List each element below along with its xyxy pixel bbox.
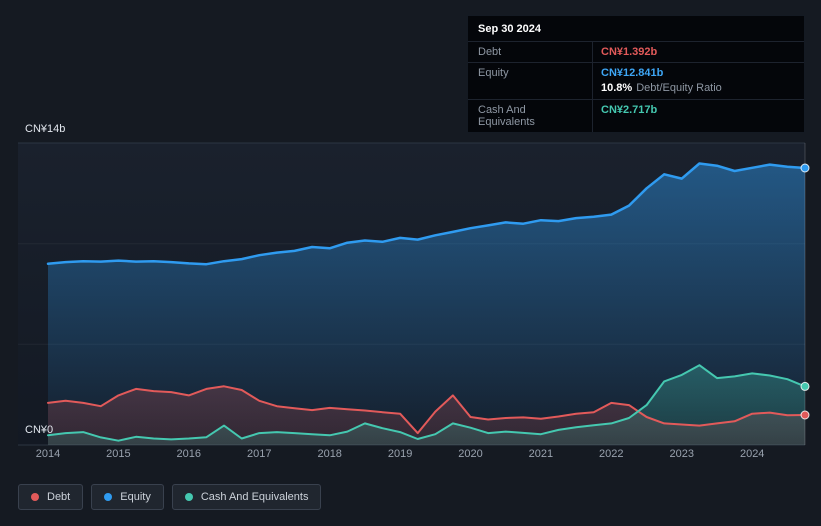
tooltip-equity-label: Equity [468, 63, 593, 99]
tooltip-debt-equity-ratio: 10.8% Debt/Equity Ratio [593, 82, 804, 99]
chart-legend: Debt Equity Cash And Equivalents [18, 484, 322, 510]
tooltip-row-equity: Equity CN¥12.841b 10.8% Debt/Equity Ratio [468, 62, 804, 99]
debt-legend-dot-icon [31, 493, 39, 501]
legend-label: Equity [120, 491, 151, 503]
tooltip-debt-value: CN¥1.392b [601, 46, 658, 58]
ratio-label: Debt/Equity Ratio [636, 82, 722, 94]
x-tick-label: 2020 [458, 448, 482, 460]
tooltip-debt-label: Debt [468, 42, 593, 62]
x-tick-label: 2022 [599, 448, 623, 460]
x-tick-label: 2023 [670, 448, 694, 460]
x-tick-label: 2017 [247, 448, 271, 460]
x-tick-label: 2015 [106, 448, 130, 460]
x-tick-label: 2016 [177, 448, 201, 460]
tooltip-cash-label: Cash And Equivalents [468, 100, 593, 132]
x-tick-label: 2024 [740, 448, 764, 460]
tooltip-row-debt: Debt CN¥1.392b [468, 41, 804, 62]
tooltip-date: Sep 30 2024 [478, 23, 541, 35]
tooltip-row-cash: Cash And Equivalents CN¥2.717b [468, 99, 804, 132]
equity-endpoint-marker[interactable] [800, 163, 810, 173]
chart-tooltip: Sep 30 2024 Debt CN¥1.392b Equity CN¥12.… [467, 15, 805, 133]
x-tick-label: 2014 [36, 448, 60, 460]
y-axis-label-max: CN¥14b [25, 123, 66, 135]
x-tick-label: 2018 [317, 448, 341, 460]
ratio-value: 10.8% [601, 82, 633, 94]
legend-item-equity[interactable]: Equity [91, 484, 164, 510]
cash-endpoint-marker[interactable] [800, 381, 810, 391]
equity-legend-dot-icon [104, 493, 113, 501]
legend-item-debt[interactable]: Debt [18, 484, 84, 510]
legend-item-cash[interactable]: Cash And Equivalents [171, 484, 322, 510]
x-tick-label: 2021 [529, 448, 553, 460]
debt-endpoint-marker[interactable] [800, 410, 810, 420]
x-tick-label: 2019 [388, 448, 412, 460]
tooltip-equity-value: CN¥12.841b [601, 67, 664, 79]
legend-label: Debt [47, 491, 71, 503]
legend-label: Cash And Equivalents [200, 491, 309, 503]
cash-legend-dot-icon [184, 493, 193, 501]
debt-equity-chart-widget: 2014 2015 2016 2017 2018 2019 2020 2021 2022 2023… [0, 0, 821, 526]
tooltip-cash-value: CN¥2.717b [601, 104, 658, 116]
y-axis-label-zero: CN¥0 [25, 424, 54, 436]
